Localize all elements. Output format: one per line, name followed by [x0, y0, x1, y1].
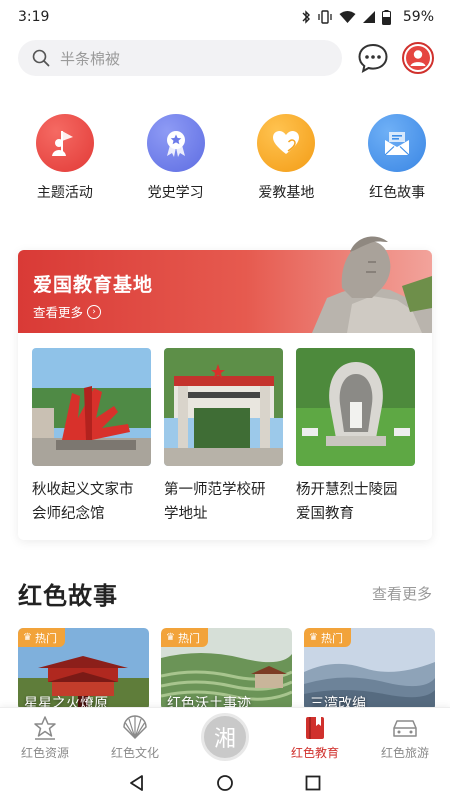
edu-item[interactable]: 秋收起义文家市 会师纪念馆	[32, 348, 151, 526]
edu-item-name-line: 秋收起义文家市	[32, 482, 134, 498]
status-bar: 3:19 59%	[0, 0, 450, 34]
edu-item-name: 第一师范学校研 学地址	[164, 478, 283, 526]
quick-nav-label: 主题活动	[36, 185, 93, 201]
bluetooth-icon	[302, 10, 310, 24]
tab-red-culture[interactable]: 红色文化	[90, 708, 180, 765]
hot-label: 热门	[177, 631, 200, 645]
star-house-icon	[34, 716, 56, 740]
edu-title: 爱国教育基地	[33, 274, 154, 296]
tab-red-education[interactable]: 红色教育	[270, 708, 360, 765]
edu-item-name: 秋收起义文家市 会师纪念馆	[32, 478, 151, 526]
tab-label: 红色旅游	[380, 746, 429, 760]
back-icon[interactable]	[128, 774, 146, 792]
signal-icon	[362, 11, 375, 23]
battery-percent: 59%	[402, 9, 434, 25]
edu-item-name-line: 学地址	[164, 506, 208, 522]
recents-icon[interactable]	[304, 774, 322, 792]
edu-thumb-image	[32, 348, 151, 466]
fan-icon	[123, 715, 147, 739]
hot-label: 热门	[320, 631, 343, 645]
quick-nav-red-stories[interactable]: 红色故事	[344, 114, 450, 202]
status-time: 3:19	[18, 9, 50, 25]
tab-center-logo[interactable]: 湘	[180, 708, 270, 765]
message-icon[interactable]	[357, 42, 389, 74]
system-nav-bar	[0, 765, 450, 800]
crown-icon: ♛	[23, 632, 32, 643]
mail-icon	[368, 114, 427, 172]
center-logo: 湘	[201, 713, 249, 761]
tab-label: 红色教育	[290, 746, 339, 760]
status-icons: 59%	[301, 9, 434, 25]
quick-nav-party-history[interactable]: 党史学习	[123, 114, 229, 202]
tab-label: 红色文化	[110, 746, 159, 760]
tab-label: 红色资源	[20, 746, 69, 760]
edu-banner[interactable]: 爱国教育基地 查看更多 ›	[18, 236, 432, 333]
story-card[interactable]: ♛ 热门 星星之火燎原	[18, 628, 149, 710]
search-placeholder: 半条棉被	[60, 49, 121, 68]
crown-icon: ♛	[166, 632, 175, 643]
edu-items: 秋收起义文家市 会师纪念馆 第一师范学校研 学地址 杨开慧烈士陵园 爱国教育	[32, 348, 415, 526]
stories-more-link[interactable]: 查看更多	[372, 583, 432, 604]
avatar[interactable]	[402, 42, 434, 74]
header: 半条棉被	[18, 40, 436, 76]
quick-nav-label: 党史学习	[147, 185, 204, 201]
hot-badge: ♛ 热门	[304, 628, 351, 647]
hot-badge: ♛ 热门	[161, 628, 208, 647]
statue-image	[312, 236, 432, 333]
person-flag-icon	[35, 114, 94, 172]
stories-title: 红色故事	[18, 582, 118, 610]
medal-icon	[146, 114, 205, 172]
quick-nav-theme-activity[interactable]: 主题活动	[12, 114, 118, 202]
edu-item[interactable]: 第一师范学校研 学地址	[164, 348, 283, 526]
quick-nav-edu-base[interactable]: 爱教基地	[234, 114, 340, 202]
edu-thumb-image	[296, 348, 415, 466]
search-icon	[32, 49, 50, 67]
stories-header: 红色故事 查看更多	[18, 576, 432, 611]
story-card[interactable]: ♛ 热门 三湾改编	[304, 628, 435, 710]
wifi-icon	[339, 11, 356, 23]
tab-red-resources[interactable]: 红色资源	[0, 708, 90, 765]
edu-base-card: 爱国教育基地 查看更多 › 秋收起义文家市 会师纪念馆 第一师范学校研 学地址 …	[18, 236, 432, 540]
story-card[interactable]: ♛ 热门 红色沃土事迹	[161, 628, 292, 710]
quick-nav-label: 红色故事	[369, 185, 426, 201]
edu-item-name-line: 杨开慧烈士陵园	[296, 482, 398, 498]
stories-list: ♛ 热门 星星之火燎原 ♛ 热门 红色沃土事迹 ♛ 热门 三湾改编	[18, 628, 435, 710]
edu-item-name-line: 会师纪念馆	[32, 506, 105, 522]
hot-badge: ♛ 热门	[18, 628, 65, 647]
edu-item[interactable]: 杨开慧烈士陵园 爱国教育	[296, 348, 415, 526]
edu-more-label: 查看更多	[33, 305, 84, 320]
search-input[interactable]: 半条棉被	[18, 40, 342, 76]
chevron-right-icon: ›	[87, 304, 102, 319]
edu-item-name-line: 第一师范学校研	[164, 482, 266, 498]
quick-nav: 主题活动 党史学习 爱教基地 红色故事	[0, 114, 450, 202]
edu-more-link[interactable]: 查看更多 ›	[33, 302, 102, 321]
bottom-tab-bar: 红色资源 红色文化 湘 红色教育 红色旅游	[0, 707, 450, 765]
app-screen: 3:19 59% 半条棉被 主题活动 党史学习 爱教基地 红色故事 爱国教育基地…	[0, 0, 450, 800]
edu-thumb-image	[164, 348, 283, 466]
battery-icon	[381, 9, 391, 25]
home-icon[interactable]	[216, 774, 234, 792]
hot-label: 热门	[34, 631, 57, 645]
edu-item-name: 杨开慧烈士陵园 爱国教育	[296, 478, 415, 526]
book-icon	[306, 717, 324, 739]
car-icon	[393, 720, 417, 737]
tab-red-tourism[interactable]: 红色旅游	[360, 708, 450, 765]
heart-icon	[257, 114, 316, 172]
crown-icon: ♛	[309, 632, 318, 643]
vibrate-icon	[318, 10, 332, 24]
edu-item-name-line: 爱国教育	[296, 506, 354, 522]
quick-nav-label: 爱教基地	[258, 185, 315, 201]
